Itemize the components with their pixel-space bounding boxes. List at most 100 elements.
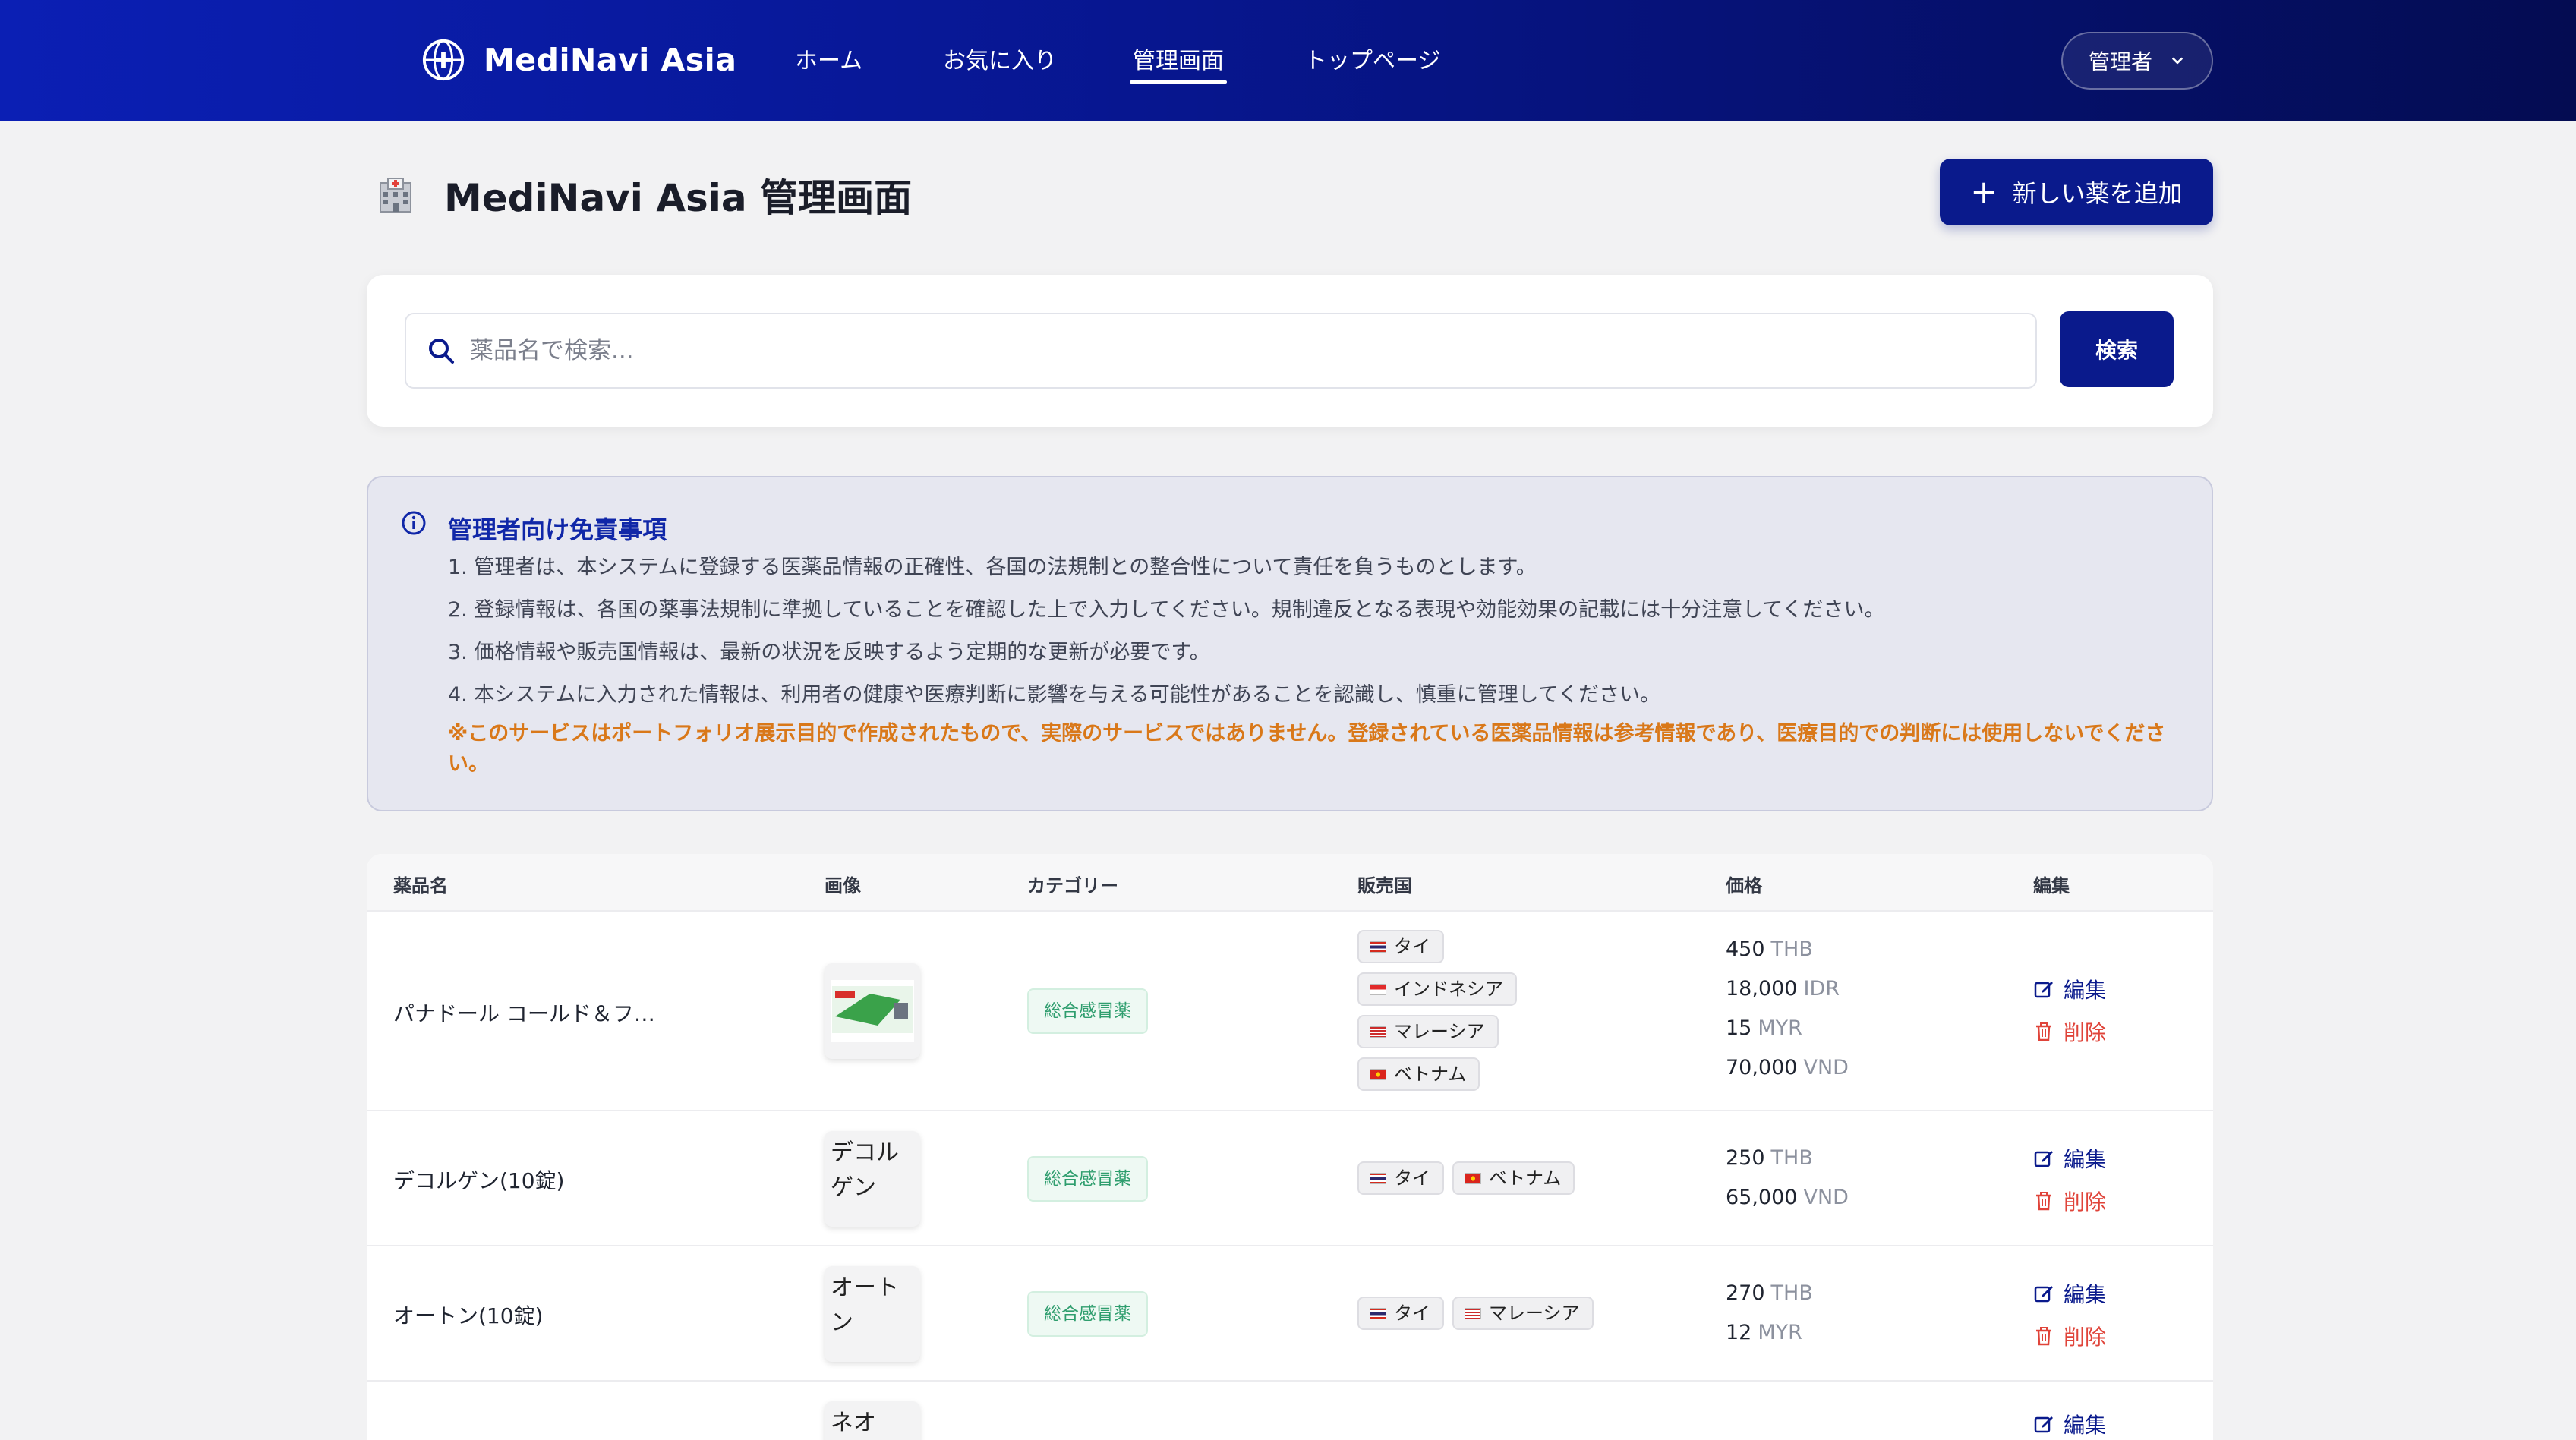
malaysia-flag-icon (1370, 1026, 1386, 1038)
country-name: マレーシア (1394, 1021, 1485, 1042)
user-menu-button[interactable]: 管理者 (2061, 32, 2213, 90)
price-amount: 250 (1726, 1146, 1765, 1170)
globe-plus-logo-icon (422, 39, 465, 81)
trash-icon (2036, 1022, 2051, 1041)
edit-icon (2034, 1416, 2053, 1433)
price-currency: THB (1770, 937, 1813, 961)
price-currency: MYR (1758, 1016, 1802, 1040)
medicine-table: 薬品名 画像 カテゴリー 販売国 価格 編集 パナドール コールド＆フ… 総合感… (367, 854, 2213, 1440)
trash-icon (2036, 1327, 2051, 1346)
search-card: 検索 (367, 275, 2213, 427)
delete-button[interactable]: 削除 (2033, 1186, 2106, 1216)
vietnam-flag-icon (1370, 1068, 1386, 1080)
col-header-name: 薬品名 (393, 875, 448, 896)
price-line: 270 THB (1726, 1281, 1813, 1305)
nav-admin[interactable]: 管理画面 (1130, 43, 1227, 84)
image-alt-text: デコルゲン (831, 1139, 899, 1201)
col-header-price: 価格 (1726, 875, 1762, 896)
disclaimer-item: 4. 本システムに入力された情報は、利用者の健康や医療判断に影響を与える可能性が… (448, 683, 1661, 707)
image-alt-text: ネオ (831, 1410, 876, 1436)
indonesia-flag-icon (1370, 983, 1386, 995)
delete-button[interactable]: 削除 (2033, 1016, 2106, 1047)
col-header-edit: 編集 (2033, 875, 2070, 896)
chevron-down-icon (2172, 57, 2183, 65)
search-input[interactable] (470, 337, 1988, 364)
medicine-thumbnail[interactable]: オートン (825, 1266, 920, 1362)
col-header-countries: 販売国 (1357, 875, 1412, 896)
brand-name: MediNavi Asia (484, 42, 737, 78)
edit-button[interactable]: 編集 (2033, 974, 2106, 1004)
country-tag: マレーシア (1357, 1015, 1499, 1048)
medicine-thumbnail[interactable]: デコルゲン (825, 1131, 920, 1227)
search-button[interactable]: 検索 (2060, 311, 2174, 387)
country-tag: タイ (1357, 1297, 1444, 1330)
price-line: 250 THB (1726, 1146, 1813, 1170)
category-badge: 総合感冒薬 (1027, 988, 1148, 1034)
medicine-name: パナドール コールド＆フ… (393, 1001, 655, 1026)
country-name: マレーシア (1489, 1303, 1580, 1324)
price-currency: THB (1770, 1146, 1813, 1170)
edit-button[interactable]: 編集 (2033, 1409, 2106, 1439)
category-badge: 総合感冒薬 (1027, 1291, 1148, 1337)
delete-button[interactable]: 削除 (2033, 1321, 2106, 1351)
user-menu-label: 管理者 (2088, 49, 2152, 74)
price-amount: 18,000 (1726, 977, 1798, 1000)
price-amount: 15 (1726, 1016, 1752, 1040)
price-amount: 70,000 (1726, 1056, 1798, 1079)
edit-label: 編集 (2064, 978, 2107, 1003)
country-tag: インドネシア (1357, 972, 1517, 1006)
category-badge: 総合感冒薬 (1027, 1156, 1148, 1202)
disclaimer-item: 3. 価格情報や販売国情報は、最新の状況を反映するよう定期的な更新が必要です。 (448, 641, 1210, 664)
country-name: ベトナム (1489, 1167, 1562, 1189)
disclaimer-title: 管理者向け免責事項 (448, 515, 667, 544)
hospital-icon (380, 178, 411, 213)
price-amount: 12 (1726, 1321, 1752, 1344)
thailand-flag-icon (1370, 1172, 1386, 1184)
brand[interactable]: MediNavi Asia (421, 36, 736, 84)
table-row: デコルゲン(10錠) デコルゲン 総合感冒薬 タイ ベトナム 250 THB 65… (367, 1111, 2213, 1246)
delete-label: 削除 (2064, 1189, 2107, 1215)
medicine-package-image (831, 980, 914, 1042)
country-name: ベトナム (1394, 1063, 1467, 1085)
price-line: 12 MYR (1726, 1321, 1802, 1344)
price-line: 70,000 VND (1726, 1056, 1849, 1079)
search-field[interactable] (405, 313, 2037, 389)
image-alt-text: オートン (831, 1275, 899, 1336)
edit-label: 編集 (2064, 1282, 2107, 1307)
nav-top-page[interactable]: トップページ (1304, 43, 1440, 80)
info-icon (402, 511, 426, 535)
page-title: MediNavi Asia 管理画面 (444, 176, 913, 220)
disclaimer-item: 2. 登録情報は、各国の薬事法規制に準拠していることを確認した上で入力してくださ… (448, 598, 1885, 622)
edit-button[interactable]: 編集 (2033, 1143, 2106, 1174)
price-amount: 65,000 (1726, 1186, 1798, 1209)
table-row: パナドール コールド＆フ… 総合感冒薬 タイ インドネシア マレーシア ベトナム (367, 912, 2213, 1111)
malaysia-flag-icon (1465, 1307, 1481, 1319)
nav-favorites[interactable]: お気に入り (943, 43, 1057, 80)
edit-icon (2034, 1151, 2053, 1167)
price-line: 65,000 VND (1726, 1186, 1849, 1209)
price-amount: 450 (1726, 937, 1765, 961)
disclaimer-warning: ※このサービスはポートフォリオ展示目的で作成されたもので、実際のサービスではあり… (448, 722, 2166, 776)
edit-button[interactable]: 編集 (2033, 1278, 2106, 1309)
price-currency: MYR (1758, 1321, 1802, 1344)
table-header: 薬品名 画像 カテゴリー 販売国 価格 編集 (367, 854, 2213, 912)
country-tag: マレーシア (1452, 1297, 1594, 1330)
price-currency: THB (1770, 1281, 1813, 1305)
price-amount: 270 (1726, 1281, 1765, 1305)
delete-label: 削除 (2064, 1325, 2107, 1350)
price-currency: VND (1803, 1056, 1849, 1079)
nav-home[interactable]: ホーム (795, 43, 862, 80)
medicine-name: デコルゲン(10錠) (393, 1168, 565, 1193)
country-name: タイ (1394, 936, 1430, 957)
medicine-thumbnail[interactable] (825, 963, 920, 1059)
medicine-thumbnail[interactable]: ネオ (825, 1401, 920, 1440)
plus-icon: + (1970, 173, 1997, 210)
admin-disclaimer: 管理者向け免責事項 1. 管理者は、本システムに登録する医薬品情報の正確性、各国… (367, 476, 2213, 811)
add-medicine-label: 新しい薬を追加 (2012, 179, 2183, 208)
edit-label: 編集 (2064, 1413, 2107, 1438)
add-medicine-button[interactable]: + 新しい薬を追加 (1940, 159, 2213, 225)
thailand-flag-icon (1370, 1307, 1386, 1319)
search-icon (429, 339, 454, 364)
edit-label: 編集 (2064, 1147, 2107, 1172)
col-header-category: カテゴリー (1027, 875, 1118, 896)
